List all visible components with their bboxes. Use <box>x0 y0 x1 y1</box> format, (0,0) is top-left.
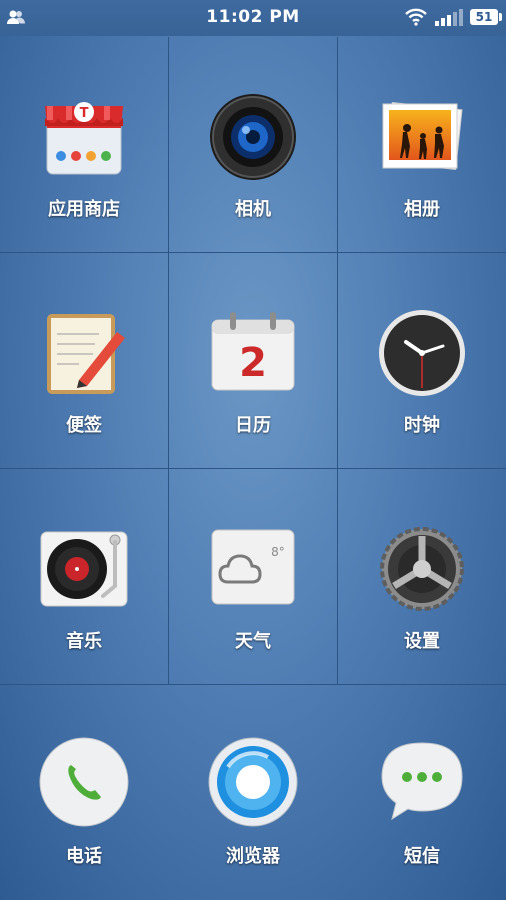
weather-icon: 8° <box>211 529 295 605</box>
camera-icon <box>210 94 296 180</box>
app-store-shortcut[interactable]: T 应用商店 <box>0 37 168 253</box>
settings-shortcut[interactable]: 设置 <box>338 469 506 685</box>
phone-icon <box>39 737 129 827</box>
app-grid: T 应用商店 相机 相册 便签 2 日历 时钟 音乐 8° 天气 设置 <box>0 37 506 685</box>
app-label: 便签 <box>66 415 102 436</box>
calendar-shortcut[interactable]: 2 日历 <box>169 253 337 469</box>
app-label: 时钟 <box>404 415 440 436</box>
settings-icon <box>380 527 464 611</box>
gallery-icon <box>382 101 463 171</box>
app-label: 音乐 <box>66 631 102 652</box>
app-label: 短信 <box>404 846 440 867</box>
app-label: 天气 <box>235 631 271 652</box>
browser-shortcut[interactable]: 浏览器 <box>169 690 337 900</box>
app-label: 相册 <box>404 199 440 220</box>
dock: 电话 浏览器 短信 <box>0 690 506 900</box>
browser-icon <box>208 737 298 827</box>
temperature-text: 8° <box>271 545 285 559</box>
status-bar: 11:02 PM 51 <box>0 0 506 36</box>
app-label: 浏览器 <box>226 846 280 867</box>
svg-text:T: T <box>80 106 89 121</box>
calendar-day: 2 <box>239 340 267 386</box>
app-store-icon: T <box>45 102 123 175</box>
app-label: 应用商店 <box>48 199 120 220</box>
messages-shortcut[interactable]: 短信 <box>338 690 506 900</box>
weather-shortcut[interactable]: 8° 天气 <box>169 469 337 685</box>
app-label: 日历 <box>235 415 271 436</box>
clock-shortcut[interactable]: 时钟 <box>338 253 506 469</box>
clock-icon <box>379 310 465 396</box>
app-label: 设置 <box>404 631 440 652</box>
messages-icon <box>381 742 463 821</box>
clock-time: 11:02 PM <box>206 7 300 27</box>
app-label: 相机 <box>235 199 271 220</box>
battery-icon: 51 <box>470 9 502 25</box>
gallery-shortcut[interactable]: 相册 <box>338 37 506 253</box>
notes-shortcut[interactable]: 便签 <box>0 253 168 469</box>
camera-shortcut[interactable]: 相机 <box>169 37 337 253</box>
wifi-icon <box>405 8 427 26</box>
phone-shortcut[interactable]: 电话 <box>0 690 168 900</box>
app-label: 电话 <box>66 846 102 867</box>
signal-icon <box>435 9 463 26</box>
music-icon <box>40 531 128 607</box>
calendar-icon: 2 <box>211 312 295 391</box>
music-shortcut[interactable]: 音乐 <box>0 469 168 685</box>
notes-icon <box>47 314 125 394</box>
